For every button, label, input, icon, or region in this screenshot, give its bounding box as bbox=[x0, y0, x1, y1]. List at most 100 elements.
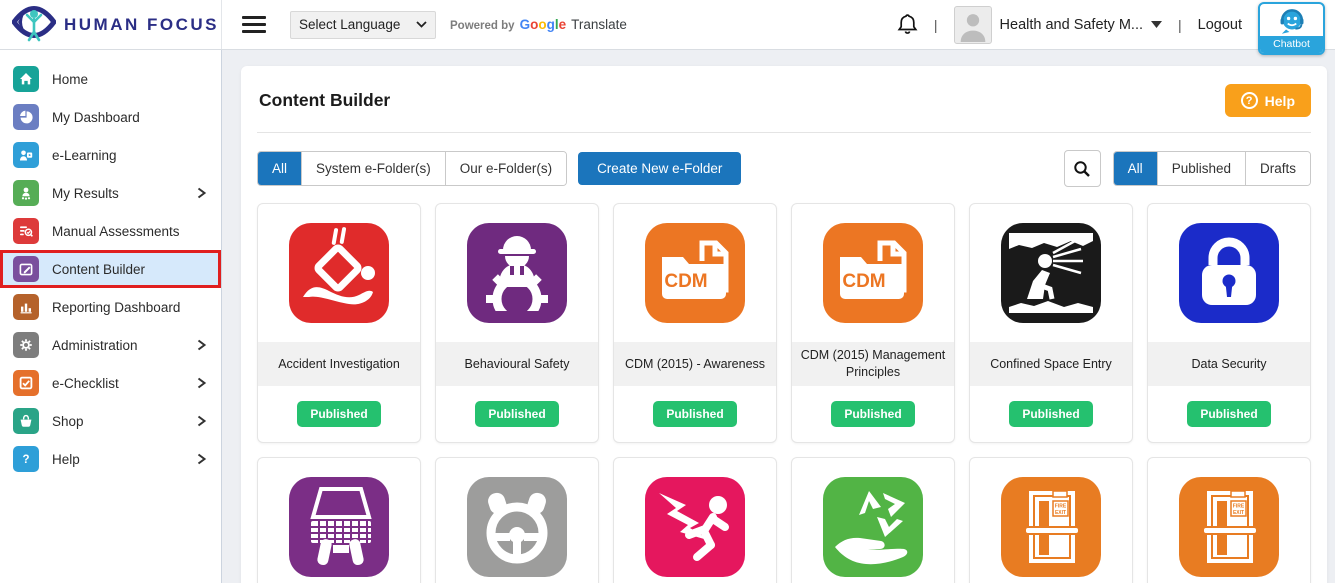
chevron-right-icon bbox=[195, 186, 207, 200]
svg-text:FIRE: FIRE bbox=[1055, 504, 1067, 510]
sidebar-item-home[interactable]: Home bbox=[0, 60, 221, 98]
page-title: Content Builder bbox=[257, 90, 390, 111]
sidebar-item-e-learning[interactable]: e-Learning bbox=[0, 136, 221, 174]
status-tab-all[interactable]: All bbox=[1114, 152, 1157, 185]
steering-wheel-icon bbox=[467, 477, 567, 577]
sidebar-item-my-results[interactable]: My Results bbox=[0, 174, 221, 212]
status-badge: Published bbox=[831, 401, 914, 427]
sidebar: Home My Dashboard e-Learning My Results bbox=[0, 50, 222, 583]
efolder-card-cdm-management[interactable]: CDM CDM (2015) Management Principles Pub… bbox=[791, 203, 955, 443]
sidebar-item-my-dashboard[interactable]: My Dashboard bbox=[0, 98, 221, 136]
folder-tab-system[interactable]: System e-Folder(s) bbox=[301, 152, 445, 185]
help-button[interactable]: ? Help bbox=[1225, 84, 1311, 117]
checklist-icon bbox=[13, 370, 39, 396]
search-icon bbox=[1073, 160, 1091, 178]
efolder-title: Confined Space Entry bbox=[970, 342, 1132, 386]
sidebar-item-shop[interactable]: Shop bbox=[0, 402, 221, 440]
basket-icon bbox=[13, 408, 39, 434]
chatbot-label: Chatbot bbox=[1260, 36, 1323, 53]
content-builder-icon bbox=[13, 256, 39, 282]
logo-text: HUMAN FOCUS bbox=[64, 15, 219, 35]
efolder-title: Data Security bbox=[1148, 342, 1310, 386]
padlock-icon bbox=[1179, 223, 1279, 323]
assessments-icon bbox=[13, 218, 39, 244]
recycle-hand-icon bbox=[823, 477, 923, 577]
sidebar-item-help[interactable]: ? Help bbox=[0, 440, 221, 478]
efolder-card[interactable]: FIRE EXIT bbox=[1147, 457, 1311, 583]
efolder-card-behavioural-safety[interactable]: Behavioural Safety Published bbox=[435, 203, 599, 443]
efolder-card-data-security[interactable]: Data Security Published bbox=[1147, 203, 1311, 443]
efolder-title: CDM (2015) - Awareness bbox=[614, 342, 776, 386]
svg-text:CDM: CDM bbox=[664, 271, 707, 292]
sidebar-item-content-builder[interactable]: Content Builder bbox=[0, 250, 221, 288]
accident-investigation-icon bbox=[289, 223, 389, 323]
electrical-shock-icon bbox=[645, 477, 745, 577]
sidebar-item-administration[interactable]: Administration bbox=[0, 326, 221, 364]
top-bar-main: Select Language Powered by Google Transl… bbox=[222, 0, 1335, 49]
create-new-efolder-button[interactable]: Create New e-Folder bbox=[578, 152, 741, 185]
menu-icon[interactable] bbox=[242, 16, 266, 33]
efolder-title: Behavioural Safety bbox=[436, 342, 598, 386]
chatbot-icon bbox=[1275, 4, 1309, 36]
folder-filter-group: All System e-Folder(s) Our e-Folder(s) bbox=[257, 151, 567, 186]
chevron-right-icon bbox=[195, 338, 207, 352]
language-select[interactable]: Select Language bbox=[290, 11, 436, 39]
chevron-right-icon bbox=[195, 414, 207, 428]
status-badge: Published bbox=[475, 401, 558, 427]
notifications-bell-icon[interactable] bbox=[897, 13, 918, 36]
folder-tab-all[interactable]: All bbox=[258, 152, 301, 185]
svg-text:EXIT: EXIT bbox=[1055, 510, 1066, 516]
user-menu[interactable]: Health and Safety M... bbox=[1000, 17, 1162, 33]
status-badge: Published bbox=[1009, 401, 1092, 427]
logout-link[interactable]: Logout bbox=[1198, 17, 1242, 33]
chevron-down-icon bbox=[416, 21, 427, 28]
status-badge: Published bbox=[297, 401, 380, 427]
svg-text:?: ? bbox=[22, 454, 29, 466]
status-tab-drafts[interactable]: Drafts bbox=[1245, 152, 1310, 185]
chatbot-button[interactable]: Chatbot bbox=[1258, 2, 1325, 55]
efolder-card[interactable] bbox=[257, 457, 421, 583]
google-logo: Google bbox=[520, 17, 567, 32]
cdm-folder-icon: CDM bbox=[645, 223, 745, 323]
efolder-title: CDM (2015) Management Principles bbox=[792, 342, 954, 386]
user-name: Health and Safety M... bbox=[1000, 17, 1143, 33]
status-filter-group: All Published Drafts bbox=[1113, 151, 1311, 186]
google-translate-attribution: Powered by Google Translate bbox=[450, 17, 627, 32]
divider bbox=[257, 132, 1311, 133]
question-mark-icon: ? bbox=[13, 446, 39, 472]
elearning-icon bbox=[13, 142, 39, 168]
avatar bbox=[954, 6, 992, 44]
toolbar: All System e-Folder(s) Our e-Folder(s) C… bbox=[257, 150, 1311, 187]
dashboard-icon bbox=[13, 104, 39, 130]
efolder-card-cdm-awareness[interactable]: CDM CDM (2015) - Awareness Published bbox=[613, 203, 777, 443]
question-circle-icon: ? bbox=[1241, 92, 1258, 109]
folder-tab-our[interactable]: Our e-Folder(s) bbox=[445, 152, 566, 185]
efolder-card[interactable] bbox=[613, 457, 777, 583]
fire-exit-door-icon: FIRE EXIT bbox=[1001, 477, 1101, 577]
efolder-card[interactable] bbox=[791, 457, 955, 583]
search-button[interactable] bbox=[1064, 150, 1101, 187]
behavioural-safety-icon bbox=[467, 223, 567, 323]
human-focus-logo-icon bbox=[12, 2, 56, 47]
sidebar-item-manual-assessments[interactable]: Manual Assessments bbox=[0, 212, 221, 250]
dse-laptop-icon bbox=[289, 477, 389, 577]
results-icon bbox=[13, 180, 39, 206]
logo-area: HUMAN FOCUS bbox=[0, 0, 222, 49]
efolder-grid: Accident Investigation Published bbox=[257, 203, 1311, 583]
status-tab-published[interactable]: Published bbox=[1157, 152, 1245, 185]
svg-text:FIRE: FIRE bbox=[1233, 504, 1245, 510]
svg-text:CDM: CDM bbox=[842, 271, 885, 292]
sidebar-item-reporting-dashboard[interactable]: Reporting Dashboard bbox=[0, 288, 221, 326]
status-badge: Published bbox=[1187, 401, 1270, 427]
cdm-folder-icon: CDM bbox=[823, 223, 923, 323]
efolder-card[interactable] bbox=[435, 457, 599, 583]
efolder-card[interactable]: FIRE EXIT bbox=[969, 457, 1133, 583]
home-icon bbox=[13, 66, 39, 92]
sidebar-item-e-checklist[interactable]: e-Checklist bbox=[0, 364, 221, 402]
chevron-right-icon bbox=[195, 452, 207, 466]
efolder-card-confined-space[interactable]: Confined Space Entry Published bbox=[969, 203, 1133, 443]
content-builder-panel: Content Builder ? Help All System e-Fold… bbox=[241, 66, 1327, 583]
efolder-title: Accident Investigation bbox=[258, 342, 420, 386]
efolder-card-accident-investigation[interactable]: Accident Investigation Published bbox=[257, 203, 421, 443]
main-content: Content Builder ? Help All System e-Fold… bbox=[222, 50, 1335, 583]
